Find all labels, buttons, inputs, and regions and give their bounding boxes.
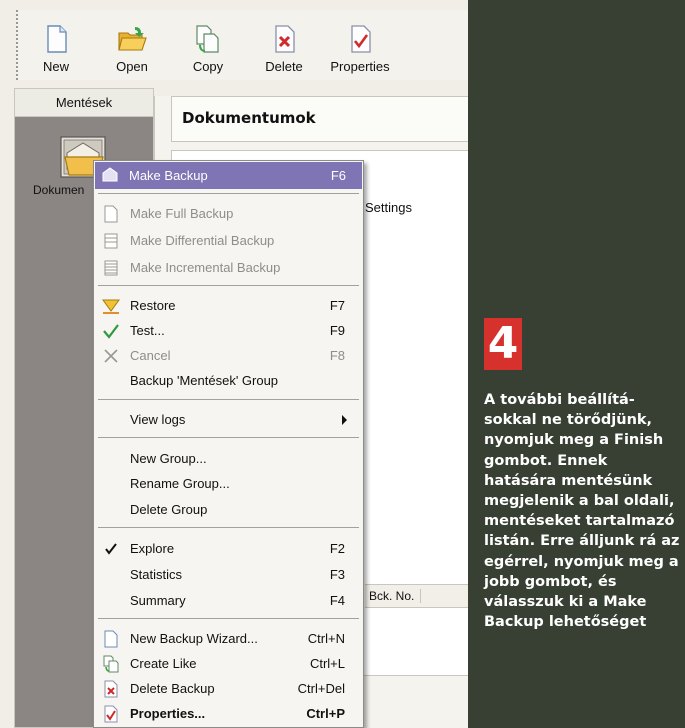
differential-backup-icon	[101, 231, 121, 251]
menu-item-cancel[interactable]: Cancel F8	[96, 343, 361, 368]
main-header: Dokumentumok	[171, 96, 469, 142]
copy-icon	[101, 654, 121, 674]
menu-item-make-differential-backup[interactable]: Make Differential Backup	[96, 228, 361, 253]
menu-item-explore[interactable]: Explore F2	[96, 536, 361, 561]
menu-item-test[interactable]: Test... F9	[96, 318, 361, 343]
menu-item-restore[interactable]: Restore F7	[96, 293, 361, 318]
copy-button-label: Copy	[192, 59, 224, 74]
menu-item-rename-group[interactable]: Rename Group...	[96, 471, 361, 496]
menu-item-view-logs[interactable]: View logs	[96, 407, 361, 432]
context-menu: Make Backup F6 Make Full Backup Make Dif…	[93, 160, 364, 728]
magazine-caption-panel: 4 A további beállítá-sokkal ne törődjünk…	[468, 0, 685, 728]
submenu-arrow-icon	[342, 415, 347, 425]
delete-button[interactable]: Delete	[246, 14, 322, 80]
menu-item-make-incremental-backup[interactable]: Make Incremental Backup	[96, 255, 361, 280]
menu-item-new-group[interactable]: New Group...	[96, 446, 361, 471]
menu-item-new-backup-wizard[interactable]: New Backup Wizard... Ctrl+N	[96, 626, 361, 651]
menu-item-create-like[interactable]: Create Like Ctrl+L	[96, 651, 361, 676]
menu-separator	[98, 399, 359, 400]
table-header: Bck. No.	[365, 584, 469, 608]
delete-icon	[101, 679, 121, 699]
properties-icon	[351, 25, 371, 53]
menu-item-summary[interactable]: Summary F4	[96, 588, 361, 613]
check-mark-icon	[101, 539, 121, 559]
incremental-backup-icon	[101, 258, 121, 278]
menu-item-delete-group[interactable]: Delete Group	[96, 497, 361, 522]
backup-item-label[interactable]: Dokumen	[33, 183, 84, 197]
page-title: Dokumentumok	[182, 109, 316, 127]
menu-separator	[98, 437, 359, 438]
checkmark-icon	[101, 321, 121, 341]
cancel-x-icon	[101, 346, 121, 366]
delete-button-label: Delete	[265, 59, 303, 74]
new-button-label: New	[42, 59, 69, 74]
new-document-icon	[101, 629, 121, 649]
menu-item-properties[interactable]: Properties... Ctrl+P	[96, 701, 361, 726]
menu-item-delete-backup[interactable]: Delete Backup Ctrl+Del	[96, 676, 361, 701]
copy-button[interactable]: Copy	[170, 14, 246, 80]
full-backup-icon	[101, 204, 121, 224]
properties-button-label: Properties	[330, 59, 390, 74]
menu-item-make-backup[interactable]: Make Backup F6	[95, 162, 362, 189]
make-backup-icon	[100, 165, 120, 185]
restore-icon	[101, 296, 121, 316]
tab-mentesek[interactable]: Mentések	[15, 89, 153, 117]
step-instruction-text: A további beállítá-sokkal ne törődjünk, …	[484, 392, 680, 631]
application-window: New Open Copy Delete Properties Mentések…	[0, 0, 469, 728]
menu-separator	[98, 285, 359, 286]
menu-separator	[98, 193, 359, 194]
column-bck-no[interactable]: Bck. No.	[369, 589, 422, 603]
new-document-icon	[47, 25, 67, 53]
open-folder-icon	[118, 27, 147, 51]
properties-icon	[101, 704, 121, 724]
properties-button[interactable]: Properties	[322, 14, 398, 80]
step-number-badge: 4	[484, 318, 522, 370]
menu-separator	[98, 527, 359, 528]
menu-separator	[98, 618, 359, 619]
settings-tab[interactable]: Settings	[365, 200, 412, 215]
new-button[interactable]: New	[18, 14, 94, 80]
step-number: 4	[487, 318, 519, 369]
menu-item-make-full-backup[interactable]: Make Full Backup	[96, 201, 361, 226]
toolbar: New Open Copy Delete Properties	[16, 10, 468, 80]
open-button[interactable]: Open	[94, 14, 170, 80]
open-button-label: Open	[116, 59, 148, 74]
menu-item-statistics[interactable]: Statistics F3	[96, 562, 361, 587]
copy-icon	[196, 25, 219, 53]
delete-icon	[275, 25, 295, 53]
menu-item-backup-group[interactable]: Backup 'Mentések' Group	[96, 368, 361, 393]
